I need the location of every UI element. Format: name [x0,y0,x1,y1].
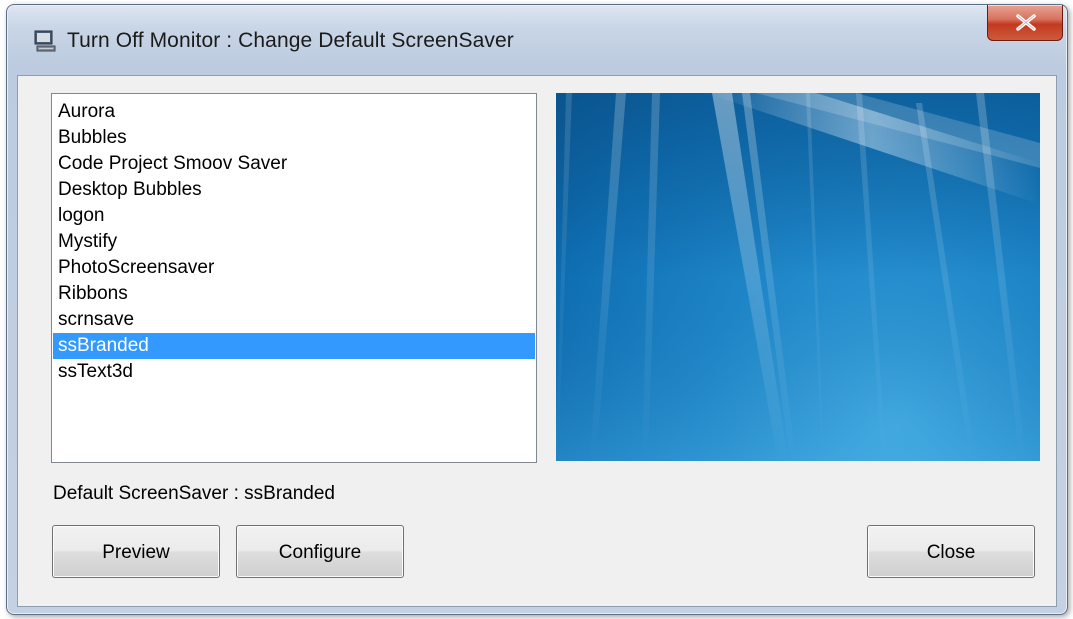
list-item[interactable]: Mystify [53,229,535,255]
dialog-window: Turn Off Monitor : Change Default Screen… [6,4,1068,615]
list-item[interactable]: Desktop Bubbles [53,177,535,203]
default-screensaver-label: Default ScreenSaver : ssBranded [53,483,335,504]
configure-button[interactable]: Configure [236,525,404,578]
list-item[interactable]: ssBranded [53,333,535,359]
list-item[interactable]: PhotoScreensaver [53,255,535,281]
list-item[interactable]: scrnsave [53,307,535,333]
list-item[interactable]: Ribbons [53,281,535,307]
list-item[interactable]: Bubbles [53,125,535,151]
window-title: Turn Off Monitor : Change Default Screen… [67,29,514,52]
preview-button[interactable]: Preview [52,525,220,578]
close-button[interactable]: Close [867,525,1035,578]
list-item[interactable]: ssText3d [53,359,535,385]
screensaver-list-items: Aurora Bubbles Code Project Smoov Saver Des… [52,94,536,385]
monitor-icon [33,29,57,53]
list-item[interactable]: Aurora [53,99,535,125]
screensaver-preview-image [556,93,1040,461]
window-close-button[interactable] [987,5,1063,41]
list-item[interactable]: Code Project Smoov Saver [53,151,535,177]
dialog-client-area: Aurora Bubbles Code Project Smoov Saver Des… [17,75,1057,607]
list-item[interactable]: logon [53,203,535,229]
title-bar[interactable]: Turn Off Monitor : Change Default Screen… [7,5,1067,75]
screensaver-list[interactable]: Aurora Bubbles Code Project Smoov Saver Des… [51,93,537,463]
